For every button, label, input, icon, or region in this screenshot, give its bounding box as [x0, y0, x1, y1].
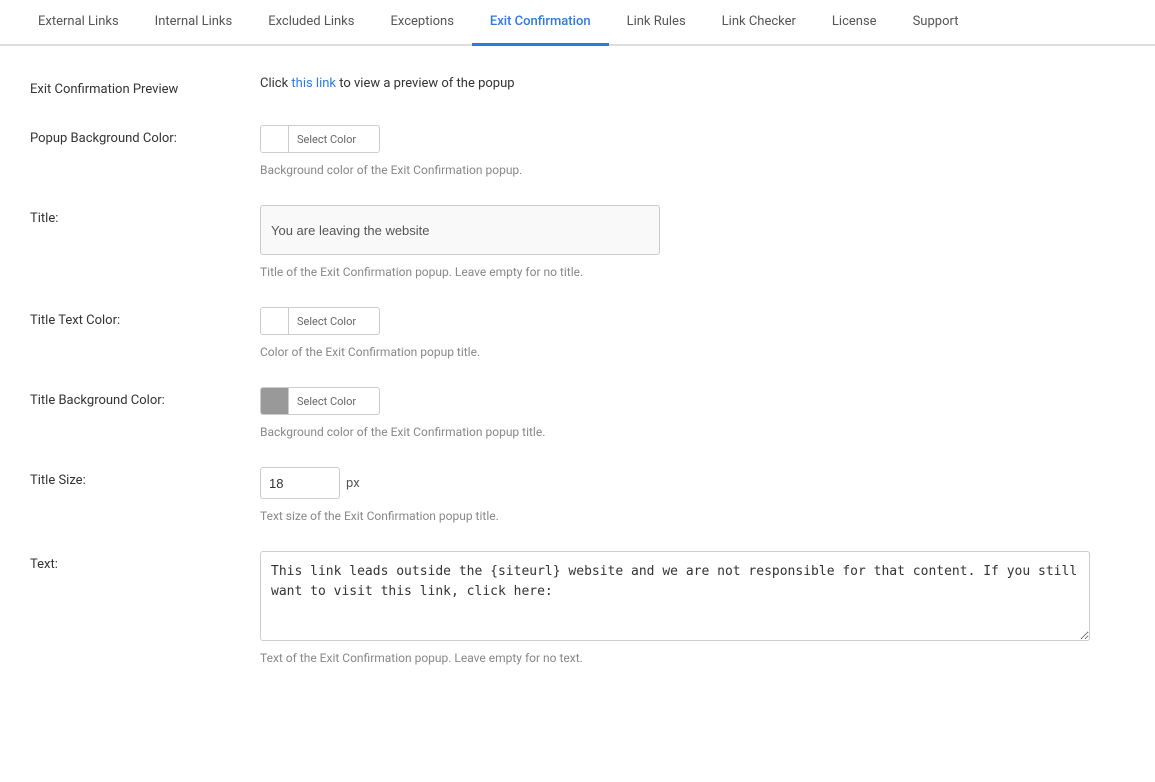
tab-support[interactable]: Support [895, 0, 977, 46]
title-text-color-picker[interactable]: Select Color [260, 307, 380, 335]
title-text-color-row: Title Text Color: Select Color Color of … [30, 307, 1125, 359]
tab-link-checker[interactable]: Link Checker [704, 0, 814, 46]
text-row: Text: Text of the Exit Confirmation popu… [30, 551, 1125, 665]
title-size-input[interactable] [260, 467, 340, 499]
title-bg-color-row: Title Background Color: Select Color Bac… [30, 387, 1125, 439]
popup-bg-color-hint: Background color of the Exit Confirmatio… [260, 163, 1125, 177]
nav-tabs: External Links Internal Links Excluded L… [0, 0, 1155, 46]
title-bg-color-label: Title Background Color: [30, 387, 260, 408]
preview-text-before: Click [260, 76, 291, 91]
title-text-color-swatch [261, 307, 289, 335]
title-controls: Title of the Exit Confirmation popup. Le… [260, 205, 1125, 279]
title-size-row: Title Size: px Text size of the Exit Con… [30, 467, 1125, 523]
text-controls: Text of the Exit Confirmation popup. Lea… [260, 551, 1125, 665]
preview-link[interactable]: this link [291, 76, 336, 91]
popup-bg-color-swatch [261, 125, 289, 153]
popup-bg-color-picker[interactable]: Select Color [260, 125, 380, 153]
preview-row: Exit Confirmation Preview Click this lin… [30, 76, 1125, 97]
title-size-controls: px Text size of the Exit Confirmation po… [260, 467, 1125, 523]
text-hint: Text of the Exit Confirmation popup. Lea… [260, 651, 1125, 665]
title-text-color-controls: Select Color Color of the Exit Confirmat… [260, 307, 1125, 359]
title-size-input-row: px [260, 467, 1125, 499]
title-bg-color-picker[interactable]: Select Color [260, 387, 380, 415]
title-text-color-hint: Color of the Exit Confirmation popup tit… [260, 345, 1125, 359]
title-size-hint: Text size of the Exit Confirmation popup… [260, 509, 1125, 523]
popup-bg-color-row: Popup Background Color: Select Color Bac… [30, 125, 1125, 177]
title-bg-color-hint: Background color of the Exit Confirmatio… [260, 425, 1125, 439]
main-content: Exit Confirmation Preview Click this lin… [0, 46, 1155, 723]
px-unit-label: px [346, 476, 360, 491]
popup-bg-color-label: Popup Background Color: [30, 125, 260, 146]
title-size-label: Title Size: [30, 467, 260, 488]
preview-text-after: to view a preview of the popup [336, 76, 515, 91]
preview-text: Click this link to view a preview of the… [260, 76, 1125, 91]
text-label: Text: [30, 551, 260, 572]
tab-exit-confirmation[interactable]: Exit Confirmation [472, 0, 609, 46]
title-row: Title: Title of the Exit Confirmation po… [30, 205, 1125, 279]
popup-bg-color-btn-label: Select Color [289, 133, 364, 146]
title-bg-color-swatch [261, 387, 289, 415]
title-bg-color-controls: Select Color Background color of the Exi… [260, 387, 1125, 439]
tab-internal-links[interactable]: Internal Links [137, 0, 251, 46]
title-text-color-btn-label: Select Color [289, 315, 364, 328]
tab-exceptions[interactable]: Exceptions [372, 0, 471, 46]
popup-bg-color-controls: Select Color Background color of the Exi… [260, 125, 1125, 177]
title-label: Title: [30, 205, 260, 226]
tab-license[interactable]: License [814, 0, 895, 46]
tab-link-rules[interactable]: Link Rules [609, 0, 704, 46]
title-input[interactable] [260, 205, 660, 255]
tab-external-links[interactable]: External Links [20, 0, 137, 46]
preview-description: Click this link to view a preview of the… [260, 76, 1125, 91]
title-hint: Title of the Exit Confirmation popup. Le… [260, 265, 1125, 279]
tab-excluded-links[interactable]: Excluded Links [250, 0, 372, 46]
title-bg-color-btn-label: Select Color [289, 395, 364, 408]
text-textarea[interactable] [260, 551, 1090, 641]
preview-label: Exit Confirmation Preview [30, 76, 260, 97]
title-text-color-label: Title Text Color: [30, 307, 260, 328]
